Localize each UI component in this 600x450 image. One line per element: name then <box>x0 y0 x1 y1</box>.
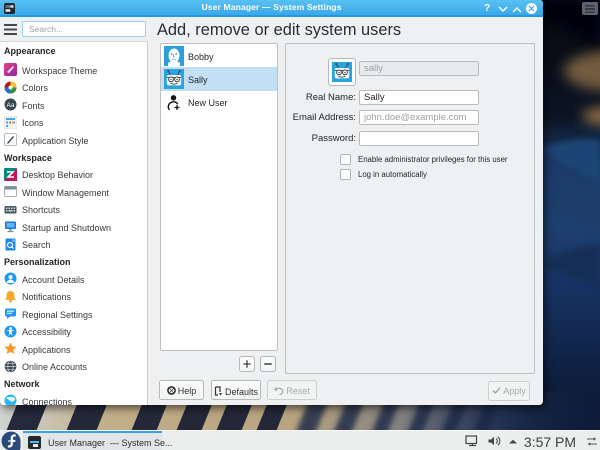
svg-text:Aa: Aa <box>7 102 15 109</box>
